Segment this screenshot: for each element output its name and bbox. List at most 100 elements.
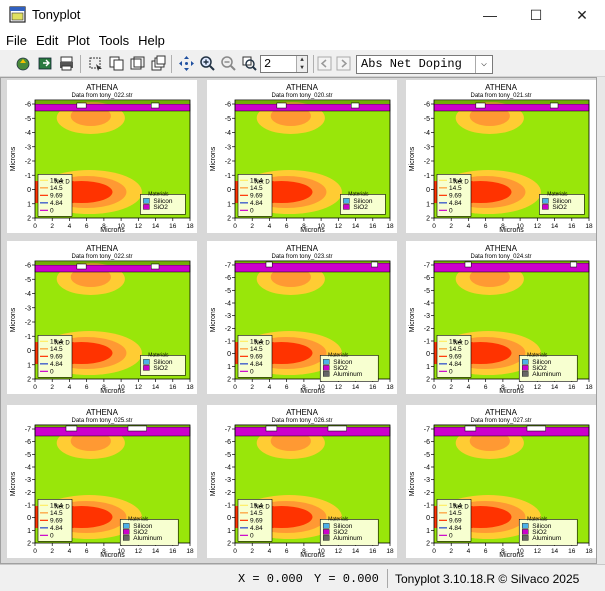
menu-plot[interactable]: Plot	[67, 33, 89, 48]
maximize-button[interactable]: ☐	[513, 0, 559, 30]
structure-plot[interactable]: ATHENAData from tony_021.str -6 -5 -4 -3 -2 -1…	[406, 80, 596, 233]
pan-icon[interactable]	[178, 55, 195, 72]
structure-plot[interactable]: ATHENAData from tony_022.str -6 -5 -4 -3 -2 -1…	[7, 80, 197, 233]
sio2-layer	[234, 262, 391, 273]
structure-plot-panel[interactable]: ATHENA Data from tony_022.str -6 -5 -4 -3 -2 -1…	[7, 241, 197, 394]
structure-plot[interactable]: ATHENAData from tony_026.str -7 -6 -5 -4 -3 -2…	[207, 405, 397, 558]
minimize-button[interactable]: —	[467, 0, 513, 30]
y-axis-label: Microns	[10, 307, 17, 332]
x-tick-label: 16	[369, 384, 377, 391]
select-icon[interactable]	[87, 55, 104, 72]
structure-plot-panel[interactable]: ATHENA Data from tony_020.str -6 -5 -4 -3 -2 -1…	[207, 80, 397, 233]
vertical-scrollbar[interactable]	[597, 77, 605, 564]
doping-level-label: 9.69	[50, 518, 63, 525]
y-tick-label: -3	[225, 313, 231, 320]
material-swatch	[343, 204, 350, 210]
x-tick-label: 14	[352, 384, 360, 391]
y-tick-label: 2	[426, 377, 430, 384]
structure-plot-panel[interactable]: ATHENA Data from tony_022.str -6 -5 -4 -3 -2 -1…	[7, 80, 197, 233]
plot-subtitle: Data from tony_023.str	[271, 254, 332, 260]
zoom-in-icon[interactable]	[199, 55, 216, 72]
menu-file[interactable]: File	[6, 33, 27, 48]
x-tick-label: 4	[68, 384, 72, 391]
structure-plot-panel[interactable]: ATHENA Data from tony_027.str -7 -6 -5 -4 -3 -2…	[406, 405, 596, 558]
previous-icon[interactable]	[316, 55, 333, 72]
structure-plot-panel[interactable]: ATHENA Data from tony_026.str -7 -6 -5 -4 -3 -2…	[207, 405, 397, 558]
stack-icon[interactable]	[150, 55, 167, 72]
plot-title: ATHENA	[86, 83, 119, 92]
quantity-select[interactable]: Abs Net Doping ⌵	[356, 55, 493, 74]
doping-legend: Net D19.414.59.694.840	[436, 499, 472, 542]
doping-level-label: 14.5	[449, 185, 462, 192]
sio2-layer	[34, 264, 191, 273]
doping-level-label: 9.69	[250, 193, 263, 200]
contact-opening	[151, 263, 160, 270]
close-button[interactable]: ✕	[559, 0, 605, 30]
x-tick-label: 14	[352, 548, 360, 555]
overlay-icon[interactable]	[129, 55, 146, 72]
export-icon[interactable]	[37, 55, 54, 72]
doping-level-label: 19.4	[449, 503, 462, 510]
sio2-layer	[34, 103, 191, 112]
material-swatch	[323, 359, 330, 365]
y-tick-label: -5	[25, 452, 31, 459]
chevron-down-icon[interactable]: ⌵	[475, 56, 492, 73]
copy-icon[interactable]	[108, 55, 125, 72]
structure-plot-panel[interactable]: ATHENA Data from tony_025.str -7 -6 -5 -4 -3 -2…	[7, 405, 197, 558]
doping-level-label: 0	[449, 533, 453, 540]
doping-level-label: 4.84	[449, 525, 462, 532]
x-tick-label: 6	[484, 223, 488, 230]
material-label: SiO2	[153, 204, 168, 211]
menu-help[interactable]: Help	[138, 33, 165, 48]
x-axis-label: Microns	[499, 388, 524, 394]
structure-plot-panel[interactable]: ATHENA Data from tony_024.str -7 -6 -5 -4 -3 -2…	[406, 241, 596, 394]
y-tick-label: 1	[227, 528, 231, 535]
x-tick-label: 4	[268, 384, 272, 391]
structure-plot[interactable]: ATHENAData from tony_025.str -7 -6 -5 -4 -3 -2…	[7, 405, 197, 558]
toolbar: 2 ▲ ▼ Abs Net Doping ⌵	[0, 51, 605, 77]
structure-plot[interactable]: ATHENAData from tony_020.str -6 -5 -4 -3 -2 -1…	[207, 80, 397, 233]
zoom-reset-icon[interactable]	[241, 55, 258, 72]
y-tick-label: -1	[424, 173, 430, 180]
plot-count-value: 2	[264, 57, 272, 71]
menu-tools[interactable]: Tools	[99, 33, 129, 48]
y-tick-label: -1	[424, 339, 430, 346]
x-tick-label: 0	[33, 223, 37, 230]
y-tick-label: -3	[225, 144, 231, 151]
structure-plot[interactable]: ATHENAData from tony_027.str -7 -6 -5 -4 -3 -2…	[406, 405, 596, 558]
y-axis-label: Microns	[210, 146, 217, 171]
load-icon[interactable]	[15, 55, 32, 72]
structure-plot[interactable]: ATHENAData from tony_024.str -7 -6 -5 -4 -3 -2…	[406, 241, 596, 394]
doping-level-label: 0	[449, 369, 453, 376]
contact-opening	[464, 425, 477, 432]
menu-edit[interactable]: Edit	[36, 33, 58, 48]
y-tick-label: -3	[424, 144, 430, 151]
x-coordinate-readout: X = 0.000	[238, 572, 303, 586]
y-tick-label: -7	[225, 263, 231, 270]
doping-level-label: 14.5	[250, 510, 263, 517]
x-tick-label: 12	[135, 384, 143, 391]
structure-plot-panel[interactable]: ATHENA Data from tony_023.str -7 -6 -5 -4 -3 -2…	[207, 241, 397, 394]
doping-level-label: 4.84	[250, 525, 263, 532]
doping-level-label: 0	[449, 208, 453, 215]
zoom-out-icon[interactable]	[220, 55, 237, 72]
y-tick-label: -4	[225, 465, 231, 472]
x-tick-label: 18	[186, 384, 194, 391]
y-tick-label: -4	[25, 291, 31, 298]
structure-plot[interactable]: ATHENAData from tony_023.str -7 -6 -5 -4 -3 -2…	[207, 241, 397, 394]
x-tick-label: 4	[467, 223, 471, 230]
next-icon[interactable]	[335, 55, 352, 72]
x-tick-label: 16	[169, 223, 177, 230]
materials-legend: MaterialsSiliconSiO2Aluminum	[319, 352, 379, 382]
plot-subtitle: Data from tony_022.str	[71, 93, 132, 99]
y-tick-label: 0	[27, 515, 31, 522]
contact-opening	[550, 102, 559, 109]
materials-legend: MaterialsSiliconSiO2Aluminum	[319, 516, 379, 546]
spinner-arrows-icon[interactable]: ▲ ▼	[296, 56, 307, 72]
tonyplot-app-icon	[9, 6, 26, 23]
structure-plot-panel[interactable]: ATHENA Data from tony_021.str -6 -5 -4 -3 -2 -1…	[406, 80, 596, 233]
plot-count-spinner[interactable]: 2 ▲ ▼	[260, 55, 308, 73]
structure-plot[interactable]: ATHENAData from tony_022.str -6 -5 -4 -3 -2 -1…	[7, 241, 197, 394]
print-icon[interactable]	[58, 55, 75, 72]
y-tick-label: -7	[424, 263, 430, 270]
